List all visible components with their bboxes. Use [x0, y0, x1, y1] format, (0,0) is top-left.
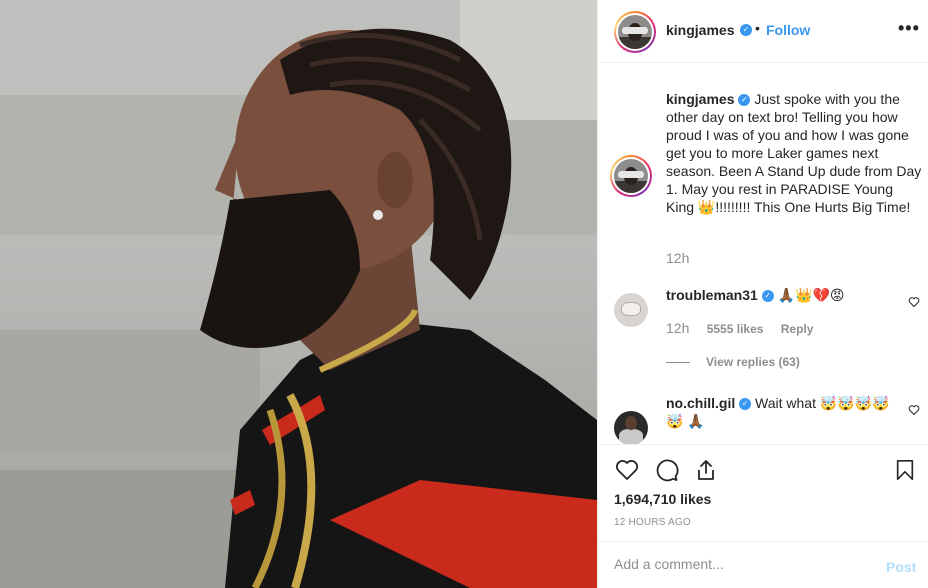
comment-text: 🙏🏾👑💔😡	[777, 287, 845, 303]
bookmark-icon[interactable]	[894, 458, 916, 482]
reply-button[interactable]: Reply	[781, 322, 814, 336]
comment-composer: Post	[598, 541, 928, 588]
author-username[interactable]: kingjames	[666, 22, 734, 38]
comment-author[interactable]: troubleman31	[666, 287, 758, 303]
verified-badge-icon: ✓	[740, 24, 752, 36]
follow-button[interactable]: Follow	[766, 22, 810, 38]
verified-badge-icon: ✓	[739, 398, 752, 411]
replies-line	[666, 362, 690, 364]
post-time-ago[interactable]: 12 HOURS AGO	[614, 517, 691, 528]
post-photo[interactable]	[0, 0, 597, 588]
likes-count[interactable]: 1,694,710 likes	[614, 491, 711, 507]
verified-badge-icon: ✓	[738, 94, 751, 107]
post-header: kingjames ✓ • Follow •••	[598, 0, 928, 63]
comment-likes[interactable]: 5555 likes	[707, 322, 764, 336]
comment-like-icon[interactable]	[908, 296, 920, 308]
caption-timestamp[interactable]: 12h	[666, 250, 689, 266]
post-details-panel: kingjames ✓ • Follow ••• kingjames ✓ Just…	[597, 0, 928, 588]
commenter-avatar[interactable]	[614, 411, 648, 445]
more-options-icon[interactable]: •••	[898, 18, 920, 39]
verified-badge-icon: ✓	[761, 290, 774, 303]
comment-meta: 12h 5555 likes Reply	[666, 320, 827, 336]
post-photo-illustration	[0, 0, 597, 588]
view-replies-label: View replies (63)	[706, 355, 800, 369]
commenter-avatar[interactable]	[614, 293, 648, 327]
caption-author[interactable]: kingjames	[666, 91, 734, 107]
add-comment-input[interactable]	[614, 556, 864, 572]
comment-bubble-icon[interactable]	[654, 458, 680, 482]
view-replies-button[interactable]: View replies (63)	[666, 355, 800, 369]
comment-timestamp[interactable]: 12h	[666, 320, 689, 336]
caption-author-avatar[interactable]	[610, 155, 652, 197]
share-icon[interactable]	[694, 458, 718, 482]
caption-text: Just spoke with you the other day on tex…	[666, 91, 922, 215]
post-comment-button[interactable]: Post	[886, 559, 916, 575]
separator-dot: •	[755, 20, 760, 36]
comment-author[interactable]: no.chill.gil	[666, 395, 735, 411]
author-avatar[interactable]	[614, 11, 656, 53]
heart-icon[interactable]	[614, 458, 640, 482]
post-caption: kingjames ✓ Just spoke with you the other…	[666, 90, 922, 216]
comment-like-icon[interactable]	[908, 404, 920, 416]
actions-divider	[598, 444, 928, 445]
comment-item: troubleman31 ✓ 🙏🏾👑💔😡	[666, 286, 896, 304]
comment-item: no.chill.gil ✓ Wait what 🤯🤯🤯🤯🤯 🙏🏾	[666, 394, 896, 430]
